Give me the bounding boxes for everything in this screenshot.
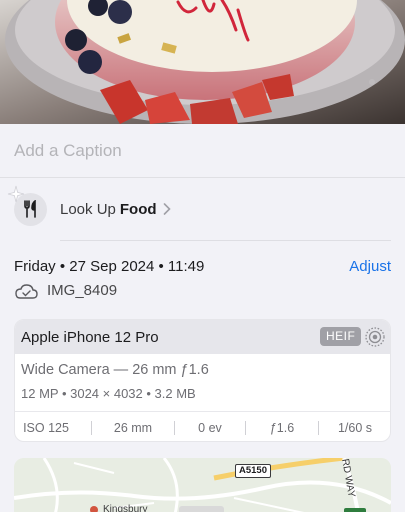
look-up-badge bbox=[7, 185, 47, 226]
look-up-row[interactable]: Look Up Food bbox=[7, 185, 171, 226]
chevron-right-icon bbox=[163, 203, 171, 215]
info-sheet: Add a Caption Look Up Food Friday • 27 S… bbox=[0, 124, 405, 512]
location-map[interactable]: A5150 RD WAY Kingsbury bbox=[14, 458, 391, 512]
filename: IMG_8409 bbox=[47, 282, 118, 299]
photo[interactable] bbox=[0, 0, 405, 124]
filename-row: IMG_8409 bbox=[14, 282, 117, 299]
exif-iso: ISO 125 bbox=[23, 420, 69, 435]
caption-divider bbox=[0, 177, 405, 178]
exif-focal-length: 26 mm bbox=[113, 420, 153, 435]
device-name: Apple iPhone 12 Pro bbox=[21, 328, 159, 346]
photo-image bbox=[0, 0, 405, 124]
image-specs: 12 MP • 3024 × 4032 • 3.2 MB bbox=[21, 386, 196, 401]
exif-aperture: ƒ1.6 bbox=[269, 420, 295, 435]
exif-shutter-speed: 1/60 s bbox=[337, 420, 373, 435]
lens-info: Wide Camera — 26 mm ƒ1.6 bbox=[21, 362, 209, 378]
road-number-label: A5150 bbox=[235, 464, 271, 478]
exif-exposure-bias: 0 ev bbox=[198, 420, 222, 435]
look-up-divider bbox=[60, 240, 391, 241]
caption-field[interactable]: Add a Caption bbox=[14, 141, 122, 161]
icloud-checkmark-icon bbox=[15, 283, 38, 299]
exif-row: ISO 125 26 mm 0 ev ƒ1.6 1/60 s bbox=[15, 412, 390, 441]
look-up-label: Look Up bbox=[60, 200, 116, 218]
camera-info-card: Apple iPhone 12 Pro HEIF Wide Camera — 2… bbox=[14, 319, 391, 442]
format-badge: HEIF bbox=[320, 327, 362, 346]
sparkle-icon bbox=[7, 185, 25, 202]
look-up-subject: Food bbox=[119, 200, 157, 218]
place-label: Kingsbury bbox=[103, 504, 148, 512]
map-tiles bbox=[14, 458, 391, 512]
live-photo-icon[interactable] bbox=[364, 326, 386, 348]
fork-knife-icon bbox=[23, 200, 36, 218]
adjust-button[interactable]: Adjust bbox=[349, 258, 391, 275]
capture-date: Friday • 27 Sep 2024 • 11:49 bbox=[14, 258, 205, 275]
camera-info-header: Apple iPhone 12 Pro HEIF bbox=[15, 320, 390, 354]
